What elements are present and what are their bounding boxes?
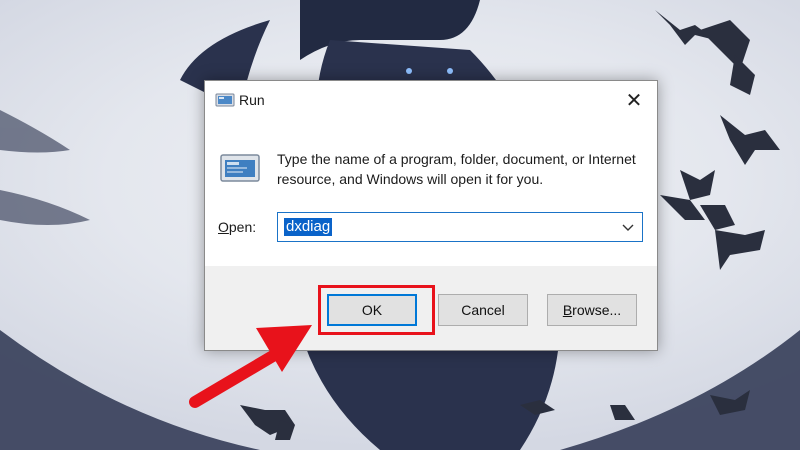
cancel-button[interactable]: Cancel xyxy=(438,294,528,326)
close-icon: ✕ xyxy=(625,89,643,112)
run-app-icon xyxy=(215,93,235,107)
open-label-text: pen: xyxy=(228,219,257,235)
browse-label: rowse... xyxy=(572,302,622,318)
open-label: Open: xyxy=(218,219,256,235)
ok-highlight-box xyxy=(318,285,435,335)
browse-accel: B xyxy=(562,302,573,318)
program-icon xyxy=(220,154,260,182)
dialog-title: Run xyxy=(239,92,265,108)
dialog-description: Type the name of a program, folder, docu… xyxy=(277,151,636,187)
browse-button[interactable]: Browse... xyxy=(547,294,637,326)
open-combobox[interactable]: dxdiag xyxy=(277,212,643,242)
title-bar[interactable]: Run ✕ xyxy=(205,81,657,119)
open-label-accel: O xyxy=(218,219,229,235)
open-input-value[interactable]: dxdiag xyxy=(284,218,333,236)
close-button[interactable]: ✕ xyxy=(611,81,657,119)
dropdown-chevron-icon[interactable] xyxy=(620,219,636,235)
